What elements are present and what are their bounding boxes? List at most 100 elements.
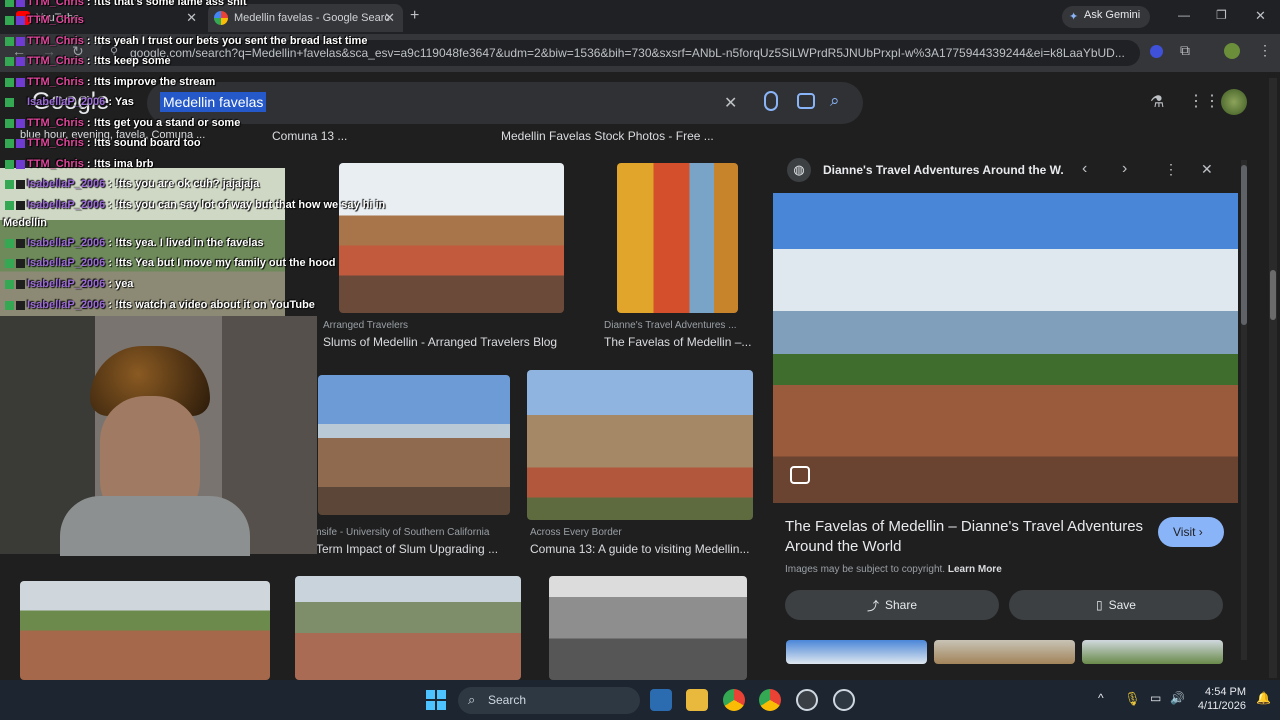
profile-avatar[interactable] — [1224, 43, 1240, 59]
chat-message: IsabellaP_2006 : !tts you can say lot of… — [5, 199, 385, 211]
apps-grid-icon[interactable]: ⋮⋮ — [1188, 91, 1220, 111]
result-image[interactable] — [295, 576, 521, 680]
chrome-profile-icon[interactable] — [759, 689, 781, 711]
close-tab-icon[interactable]: ✕ — [186, 10, 197, 26]
learn-more-link[interactable]: Learn More — [948, 564, 1002, 575]
mod-badge-icon — [5, 118, 14, 128]
labs-flask-icon[interactable]: ⚗ — [1150, 92, 1164, 112]
mod-badge-icon — [5, 77, 14, 87]
result-image[interactable] — [318, 375, 510, 515]
account-avatar[interactable] — [1221, 89, 1247, 115]
clear-search-icon[interactable]: ✕ — [724, 93, 737, 113]
network-icon[interactable]: ▭ — [1150, 691, 1161, 705]
chat-text: : !tts yeah I trust our bets you sent th… — [83, 35, 368, 47]
save-button[interactable]: ▯ Save — [1009, 590, 1223, 620]
microphone-icon[interactable]: 🎙 — [1124, 691, 1141, 707]
share-button[interactable]: ⤴ Share — [785, 590, 999, 620]
result-image[interactable] — [20, 581, 270, 680]
next-icon[interactable]: › — [1122, 160, 1127, 178]
sub-badge-icon — [16, 159, 25, 169]
visit-button[interactable]: Visit › — [1158, 517, 1224, 547]
clock-time: 4:54 PM — [1205, 686, 1246, 698]
result-title[interactable]: Slums of Medellin - Arranged Travelers B… — [323, 335, 557, 349]
close-tab-icon[interactable]: ✕ — [384, 10, 395, 26]
chat-message: TTM_Chris : !tts sound board too — [5, 137, 201, 149]
media-player-icon[interactable] — [833, 689, 855, 711]
result-image[interactable] — [527, 370, 753, 520]
preview-image[interactable] — [773, 193, 1238, 503]
taskbar-search-label: Search — [488, 693, 527, 707]
url-text: google.com/search?q=Medellin+favelas&sca… — [130, 46, 1125, 60]
lens-icon[interactable] — [790, 466, 810, 484]
result-source[interactable]: nsife - University of Southern Californi… — [316, 527, 489, 538]
sub-badge-icon — [16, 56, 25, 66]
sub-badge-icon — [16, 200, 25, 210]
copyright-text: Images may be subject to copyright. — [785, 564, 946, 575]
chevron-up-icon[interactable]: ^ — [1098, 691, 1104, 705]
result-image[interactable] — [339, 163, 564, 313]
chat-message: IsabellaP_2006 : yea — [5, 278, 133, 290]
chat-username: IsabellaP_2006 — [27, 96, 106, 108]
result-title[interactable]: The Favelas of Medellin –... — [604, 335, 754, 349]
lens-search-icon[interactable] — [797, 93, 815, 109]
result-source[interactable]: Arranged Travelers — [323, 320, 408, 331]
panel-scroll-thumb[interactable] — [1241, 165, 1247, 325]
file-explorer-icon[interactable] — [686, 689, 708, 711]
result-image[interactable] — [617, 163, 738, 313]
restore-icon[interactable]: ❐ — [1216, 8, 1227, 22]
ask-gemini-button[interactable]: ✦ Ask Gemini — [1062, 6, 1151, 28]
windows-start-icon[interactable] — [426, 690, 446, 710]
chat-message: TTM_Chris : !tts ima brb — [5, 158, 154, 170]
extension-icon[interactable] — [1150, 45, 1163, 58]
panel-title[interactable]: The Favelas of Medellin – Dianne's Trave… — [785, 517, 1145, 557]
chat-text: : !tts Yea but I move my family out the … — [105, 257, 336, 269]
chat-text: : yea — [105, 278, 134, 290]
chat-username: TTM_Chris — [27, 76, 84, 88]
chat-message: IsabellaP_2006 : !tts you are ok cuh? ja… — [5, 178, 259, 190]
obs-icon[interactable] — [796, 689, 818, 711]
caption-title[interactable]: Comuna 13 ... — [272, 129, 347, 143]
chrome-icon[interactable] — [723, 689, 745, 711]
result-image[interactable] — [549, 576, 747, 680]
notification-bell-icon[interactable]: 🔔 — [1256, 691, 1271, 705]
result-source[interactable]: Across Every Border — [530, 527, 622, 538]
new-tab-icon[interactable]: + — [410, 7, 419, 25]
visit-label: Visit — [1173, 525, 1196, 539]
chat-username: TTM_Chris — [27, 158, 84, 170]
chat-text: : !tts improve the stream — [83, 76, 216, 88]
tab-google-search[interactable]: Medellin favelas - Google Searc ✕ — [208, 4, 403, 32]
voice-search-icon[interactable] — [764, 91, 778, 111]
close-window-icon[interactable]: ✕ — [1255, 8, 1266, 24]
ask-gemini-label: Ask Gemini — [1084, 9, 1141, 21]
search-input[interactable]: Medellin favelas — [160, 92, 267, 112]
share-label: Share — [884, 598, 918, 612]
search-icon[interactable]: ⌕ — [830, 91, 840, 111]
result-title[interactable]: Term Impact of Slum Upgrading ... — [316, 542, 506, 556]
menu-icon[interactable]: ⋮ — [1258, 42, 1272, 59]
result-source[interactable]: Dianne's Travel Adventures ... — [604, 320, 754, 331]
clock[interactable]: 4:54 PM 4/11/2026 — [1196, 685, 1246, 713]
extensions-puzzle-icon[interactable]: ⧉ — [1180, 42, 1190, 59]
chat-text: : !tts sound board too — [83, 137, 201, 149]
chat-text: : !tts you are ok cuh? jajajaja — [105, 178, 260, 190]
sub-badge-icon — [16, 179, 25, 189]
related-image[interactable] — [1082, 640, 1223, 664]
panel-site-name[interactable]: Dianne's Travel Adventures Around the W.… — [823, 163, 1063, 177]
related-image[interactable] — [786, 640, 927, 664]
minimize-icon[interactable]: — — [1178, 8, 1190, 22]
chat-username: IsabellaP_2006 — [27, 178, 106, 190]
result-title[interactable]: Comuna 13: A guide to visiting Medellin.… — [530, 542, 752, 556]
chat-username: TTM_Chris — [27, 14, 84, 26]
page-scroll-thumb[interactable] — [1270, 270, 1276, 320]
page-scrollbar[interactable] — [1269, 78, 1277, 678]
volume-icon[interactable]: 🔊 — [1170, 691, 1185, 705]
more-options-icon[interactable]: ⋮ — [1164, 161, 1178, 178]
mod-badge-icon — [5, 97, 14, 107]
related-image[interactable] — [934, 640, 1075, 664]
previous-icon[interactable]: ‹ — [1082, 160, 1087, 178]
taskbar-search[interactable]: ⌕ Search — [458, 687, 640, 714]
chat-username: IsabellaP_2006 — [27, 257, 106, 269]
store-icon[interactable] — [650, 689, 672, 711]
close-panel-icon[interactable]: ✕ — [1201, 161, 1213, 178]
caption-title[interactable]: Medellin Favelas Stock Photos - Free ... — [501, 129, 714, 143]
